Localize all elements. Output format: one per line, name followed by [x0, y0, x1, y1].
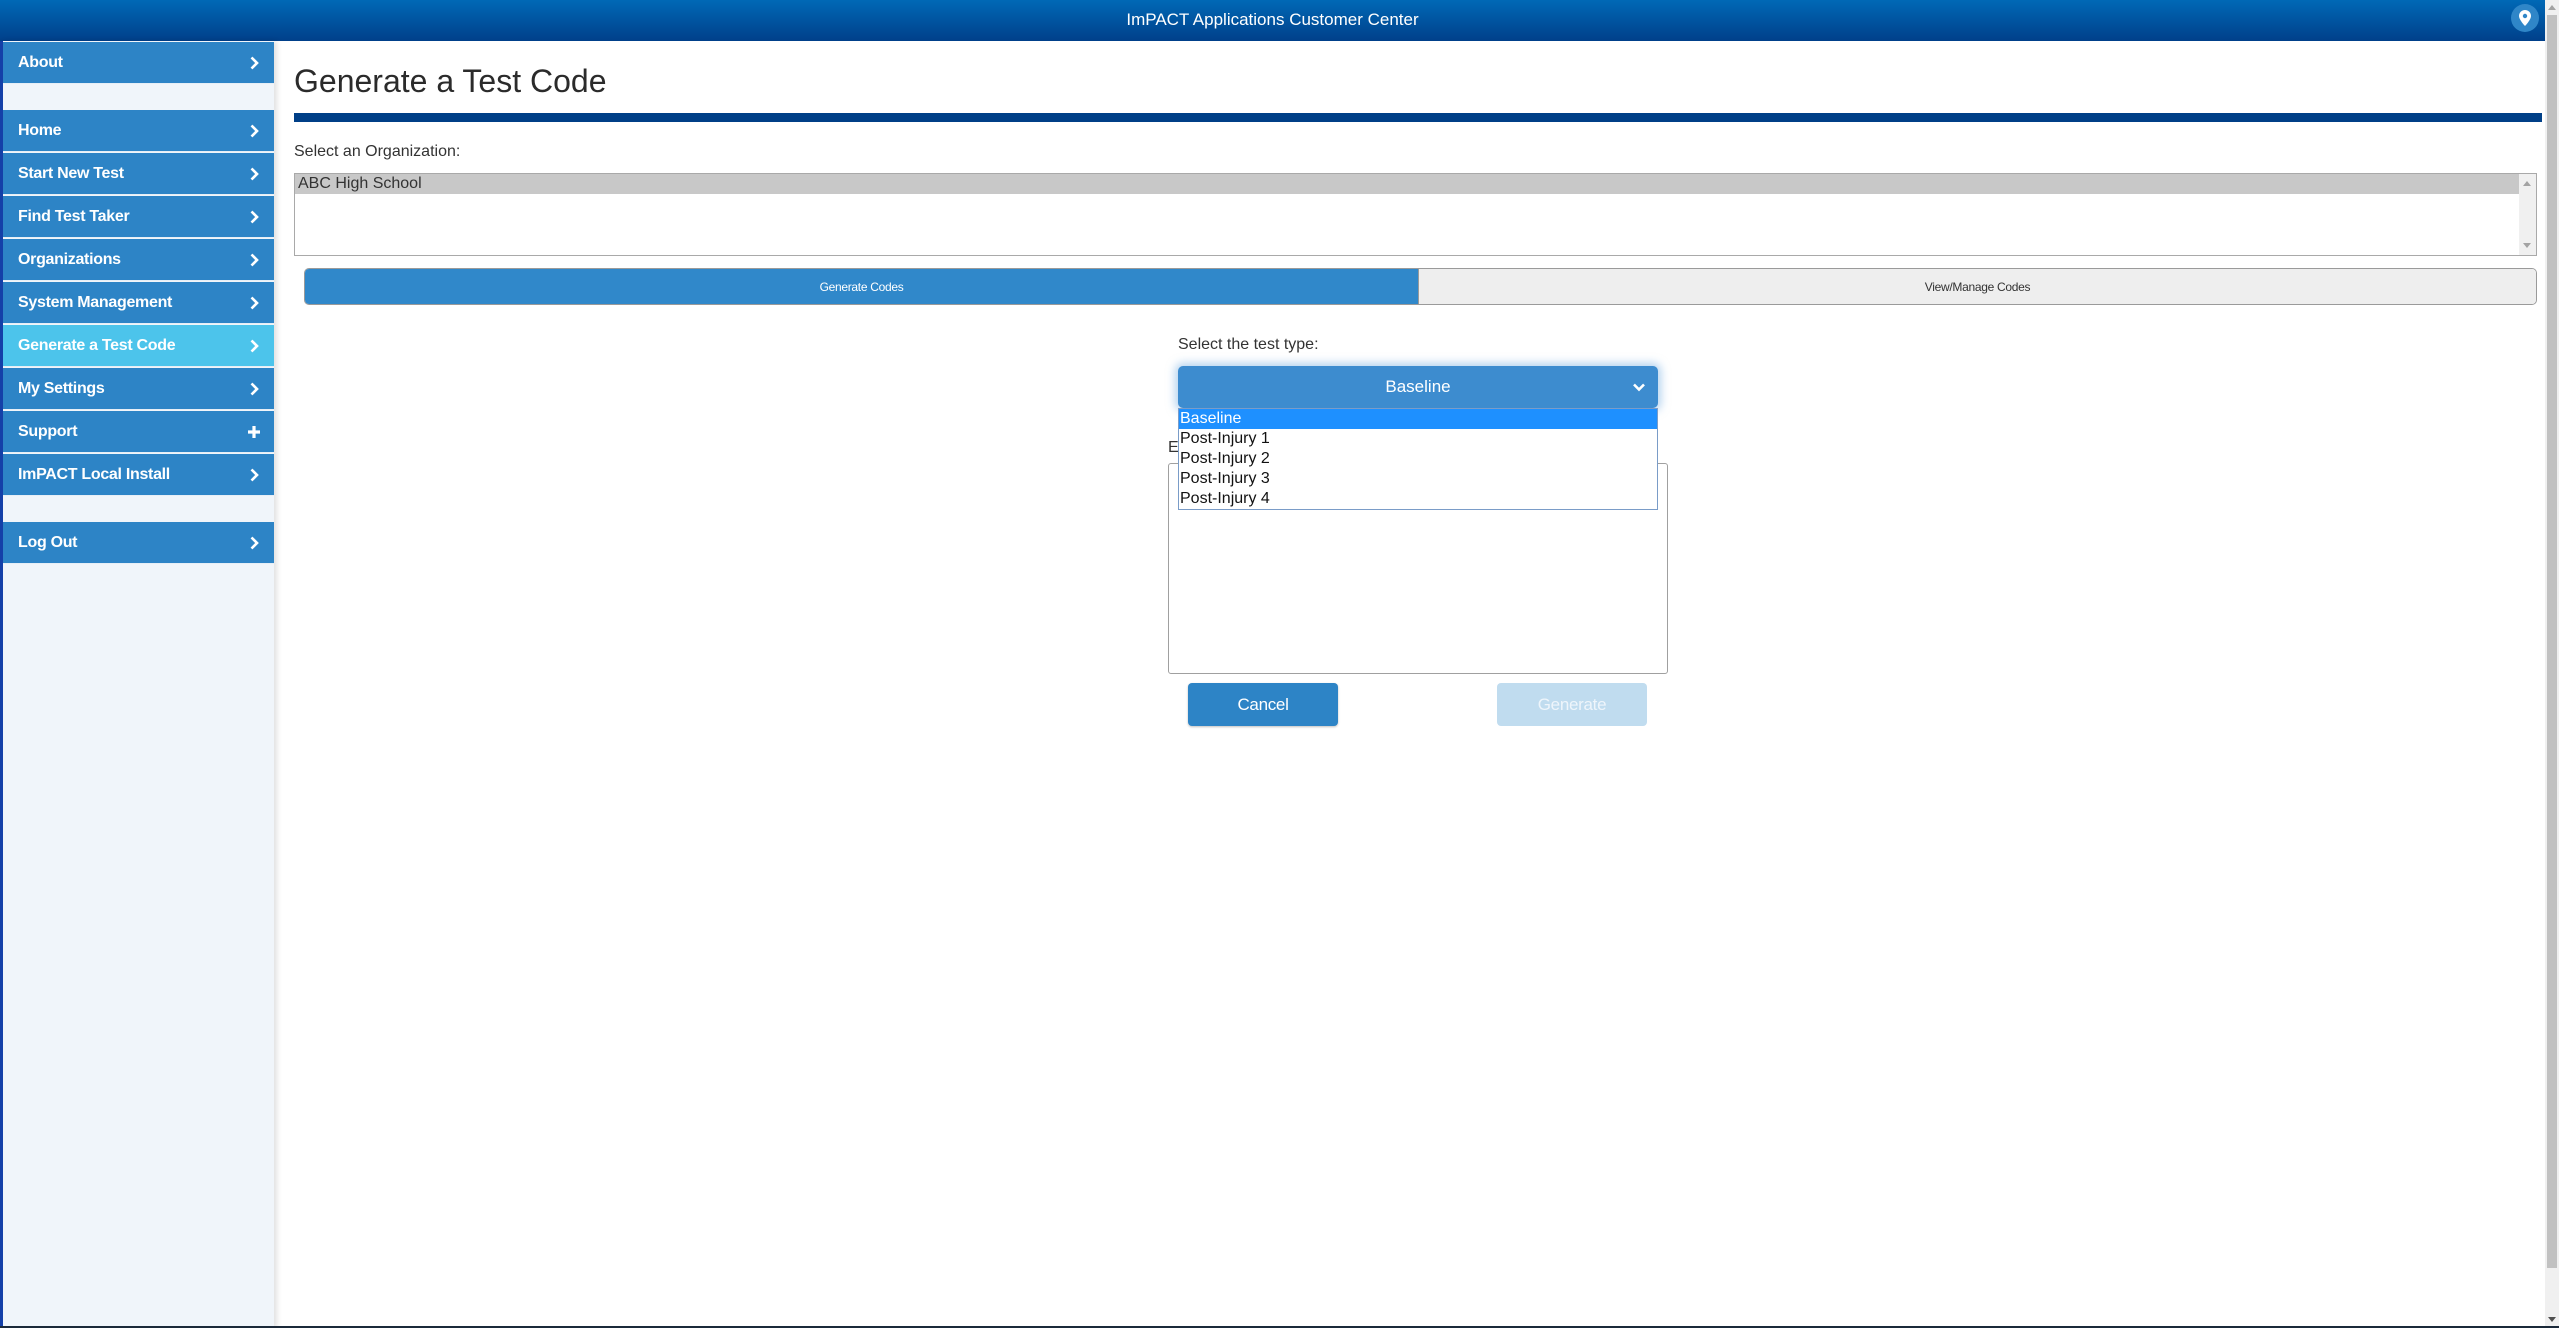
plus-icon: [246, 411, 262, 453]
location-button[interactable]: [2511, 4, 2539, 32]
sidebar-item-local-install[interactable]: ImPACT Local Install: [3, 454, 274, 496]
organization-option[interactable]: ABC High School: [295, 174, 2519, 194]
tab-generate-codes[interactable]: Generate Codes: [305, 269, 1419, 304]
test-type-selected-value: Baseline: [1385, 377, 1451, 396]
test-type-option-post-injury-4[interactable]: Post-Injury 4: [1179, 489, 1657, 509]
code-tabs: Generate Codes View/Manage Codes: [304, 268, 2537, 305]
test-type-option-post-injury-1[interactable]: Post-Injury 1: [1179, 429, 1657, 449]
sidebar-item-system-management[interactable]: System Management: [3, 282, 274, 324]
test-type-option-baseline[interactable]: Baseline: [1179, 409, 1657, 429]
sidebar-nav: About Home Start New Test Find Test Take…: [0, 41, 274, 1328]
sidebar-item-log-out[interactable]: Log Out: [3, 522, 274, 564]
sidebar-item-about[interactable]: About: [3, 42, 274, 84]
sidebar-item-label: About: [18, 54, 63, 71]
sidebar-item-label: Log Out: [18, 534, 78, 551]
generate-button[interactable]: Generate: [1497, 683, 1647, 726]
sidebar-item-label: Home: [18, 122, 62, 139]
sidebar-item-home[interactable]: Home: [3, 110, 274, 152]
map-pin-icon: [2519, 10, 2531, 26]
sidebar-item-label: Organizations: [18, 251, 121, 268]
app-header: ImPACT Applications Customer Center: [0, 0, 2545, 41]
chevron-right-icon: [246, 153, 262, 195]
test-type-dropdown-list: Baseline Post-Injury 1 Post-Injury 2 Pos…: [1178, 408, 1658, 510]
sidebar-item-my-settings[interactable]: My Settings: [3, 368, 274, 410]
chevron-right-icon: [246, 42, 262, 84]
title-divider: [294, 113, 2542, 122]
chevron-down-icon: [1632, 379, 1646, 399]
scroll-up-arrow-icon[interactable]: [2523, 181, 2531, 186]
organization-listbox[interactable]: ABC High School: [294, 173, 2537, 256]
test-type-option-post-injury-2[interactable]: Post-Injury 2: [1179, 449, 1657, 469]
organization-label: Select an Organization:: [294, 143, 461, 160]
chevron-right-icon: [246, 196, 262, 238]
tab-view-manage-codes[interactable]: View/Manage Codes: [1419, 269, 2536, 304]
sidebar-item-label: System Management: [18, 294, 173, 311]
test-type-select[interactable]: Baseline: [1178, 366, 1658, 408]
test-type-option-post-injury-3[interactable]: Post-Injury 3: [1179, 469, 1657, 489]
chevron-right-icon: [246, 368, 262, 410]
sidebar-item-label: ImPACT Local Install: [18, 466, 170, 483]
chevron-right-icon: [246, 282, 262, 324]
sidebar-item-generate-test-code[interactable]: Generate a Test Code: [3, 325, 274, 367]
scroll-up-arrow-icon[interactable]: [2548, 5, 2556, 10]
chevron-right-icon: [246, 454, 262, 496]
chevron-right-icon: [246, 239, 262, 281]
sidebar-item-organizations[interactable]: Organizations: [3, 239, 274, 281]
page-title: Generate a Test Code: [294, 63, 607, 99]
chevron-right-icon: [246, 325, 262, 367]
main-content: Generate a Test Code Select an Organizat…: [274, 41, 2545, 1328]
sidebar-item-label: Support: [18, 423, 78, 440]
scroll-down-arrow-icon[interactable]: [2523, 243, 2531, 248]
sidebar-item-find-test-taker[interactable]: Find Test Taker: [3, 196, 274, 238]
page-scrollbar[interactable]: [2545, 0, 2559, 1328]
sidebar-item-label: My Settings: [18, 380, 105, 397]
sidebar-item-support[interactable]: Support: [3, 411, 274, 453]
test-type-label: Select the test type:: [1178, 336, 1319, 353]
sidebar-item-start-new-test[interactable]: Start New Test: [3, 153, 274, 195]
scroll-down-arrow-icon[interactable]: [2548, 1317, 2556, 1322]
chevron-right-icon: [246, 110, 262, 152]
chevron-right-icon: [246, 522, 262, 564]
app-title: ImPACT Applications Customer Center: [1126, 10, 1419, 29]
sidebar-item-label: Generate a Test Code: [18, 337, 176, 354]
cancel-button[interactable]: Cancel: [1188, 683, 1338, 726]
scrollbar-thumb[interactable]: [2547, 15, 2557, 1268]
sidebar-item-label: Start New Test: [18, 165, 124, 182]
sidebar-item-label: Find Test Taker: [18, 208, 130, 225]
organization-listbox-scrollbar[interactable]: [2519, 174, 2536, 255]
